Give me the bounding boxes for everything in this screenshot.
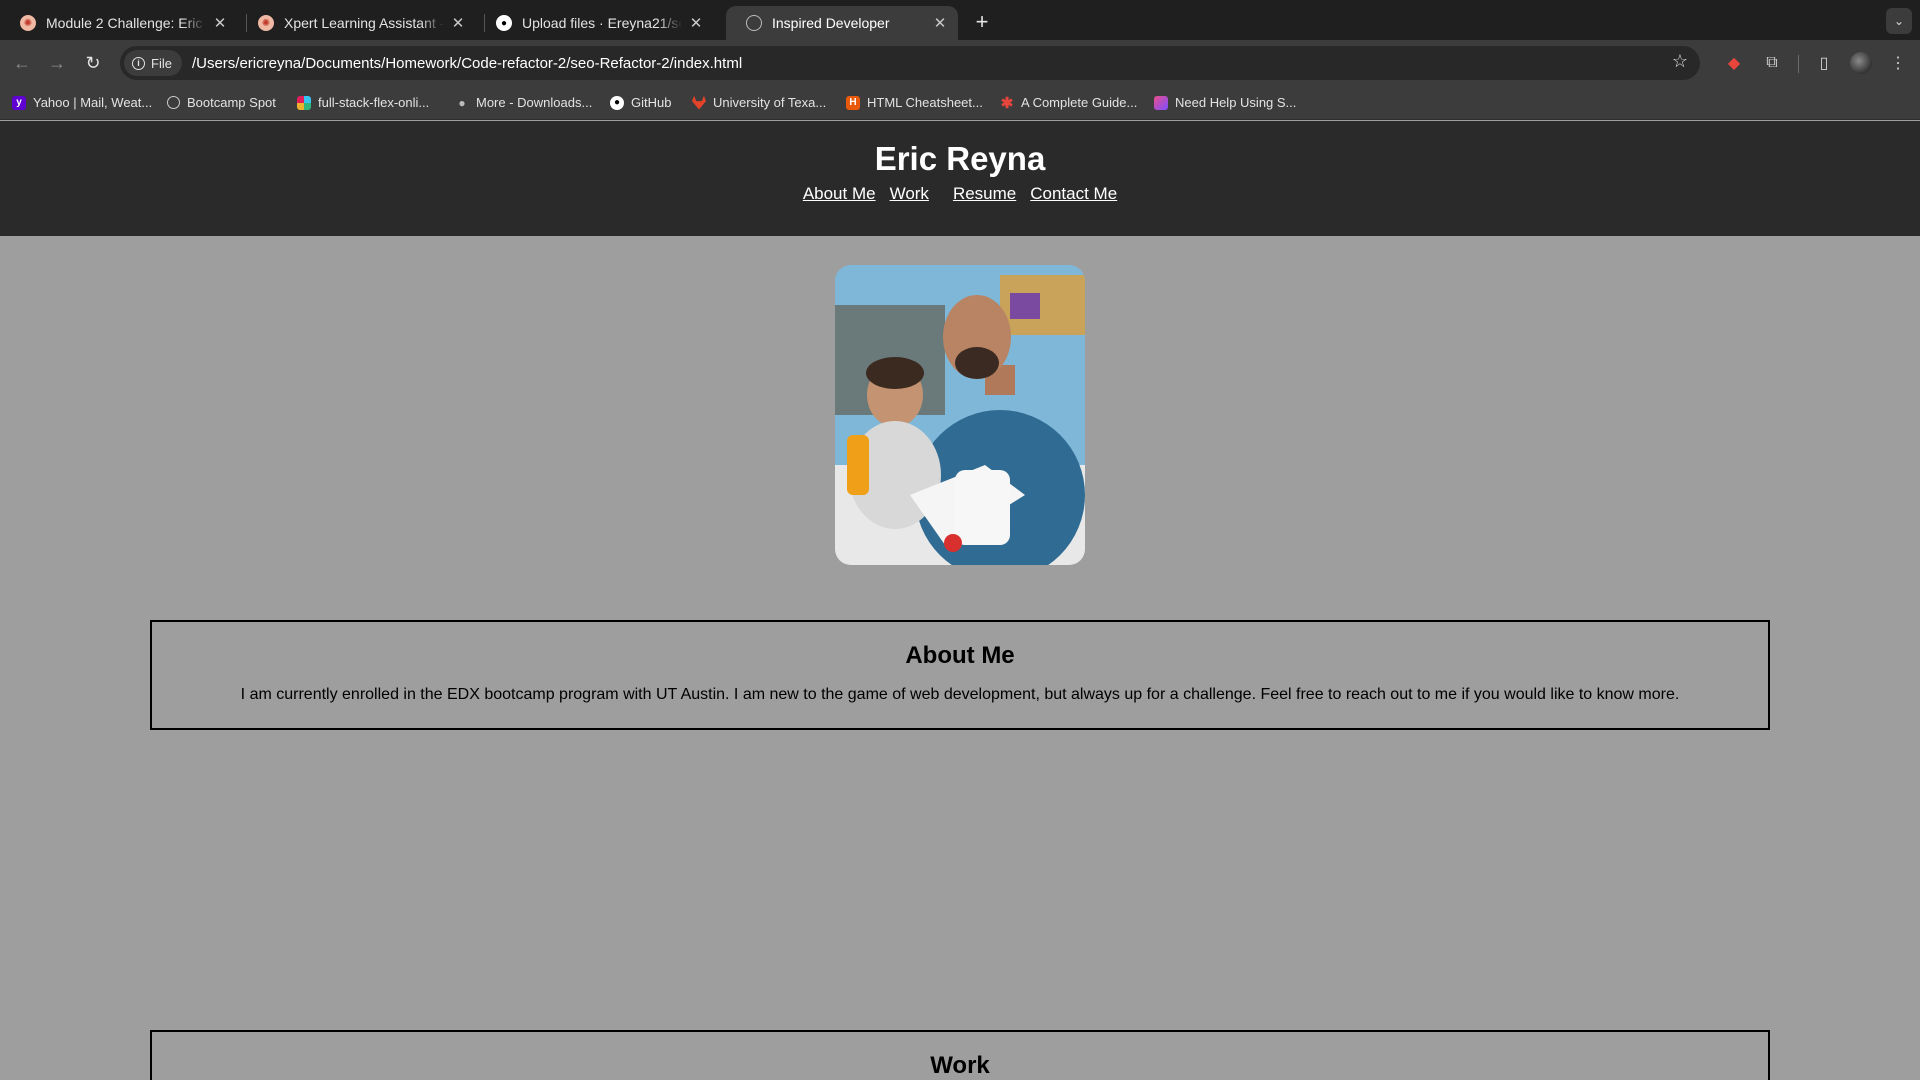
tab-upload-files[interactable]: ● Upload files · Ereyna21/seo-R ✕ (476, 6, 714, 40)
tab-inspired-developer[interactable]: Inspired Developer ✕ (726, 6, 958, 40)
bookmark-github[interactable]: ● GitHub (610, 95, 671, 110)
tab-module-2-challenge[interactable]: ✺ Module 2 Challenge: Eric Rey ✕ (0, 6, 238, 40)
nav-link-resume[interactable]: Resume (953, 184, 1016, 204)
github-icon: ● (496, 15, 512, 31)
about-me-text: I am currently enrolled in the EDX bootc… (240, 686, 1680, 703)
bookmark-complete-guide[interactable]: ✱ A Complete Guide... (1000, 94, 1138, 112)
site-title: Eric Reyna (874, 140, 1046, 177)
address-bar[interactable]: i File /Users/ericreyna/Documents/Homewo… (120, 46, 1700, 80)
bookmark-label: Yahoo | Mail, Weat... (33, 95, 153, 110)
menu-kebab-icon[interactable]: ⋮ (1886, 51, 1910, 75)
bookmark-label: A Complete Guide... (1021, 95, 1138, 110)
about-me-heading: About Me (905, 642, 1015, 669)
toolbar-divider (1798, 55, 1799, 73)
bookmark-yahoo[interactable]: y Yahoo | Mail, Weat... (12, 95, 152, 110)
new-tab-button[interactable]: + (968, 8, 996, 36)
site-header: Eric Reyna About Me Work Resume Contact … (0, 121, 1920, 236)
bookmark-label: Bootcamp Spot (187, 95, 276, 110)
work-heading: Work (930, 1052, 990, 1079)
forward-arrow-icon[interactable]: → (43, 49, 71, 77)
about-me-section: About Me I am currently enrolled in the … (150, 620, 1770, 730)
tab-title: Module 2 Challenge: Eric Rey (46, 15, 206, 31)
bookmark-star-icon[interactable]: ☆ (1672, 51, 1688, 72)
nav-link-work[interactable]: Work (890, 184, 929, 204)
bookmark-label: full-stack-flex-onli... (318, 95, 430, 110)
bookmark-need-help[interactable]: Need Help Using S... (1154, 95, 1296, 110)
info-icon: i (132, 56, 145, 70)
nav-link-about-me[interactable]: About Me (803, 184, 876, 204)
profile-photo (835, 265, 1085, 565)
url-text[interactable]: /Users/ericreyna/Documents/Homework/Code… (192, 55, 742, 72)
profile-avatar[interactable] (1850, 52, 1872, 74)
close-icon[interactable]: ✕ (932, 15, 948, 32)
tab-search-button[interactable]: ⌄ (1886, 8, 1912, 34)
close-icon[interactable]: ✕ (450, 15, 466, 32)
apple-icon: ● (458, 95, 466, 110)
help-icon (1154, 95, 1168, 110)
tab-strip: ✺ Module 2 Challenge: Eric Rey ✕ ✺ Xpert… (0, 0, 1920, 40)
nav-link-contact-me[interactable]: Contact Me (1030, 184, 1117, 204)
screen-recorder-icon[interactable]: ◆ (1722, 51, 1746, 75)
canvas-icon: ✺ (258, 15, 274, 31)
github-icon: ● (610, 95, 624, 110)
gitlab-icon (692, 95, 706, 110)
slack-icon (297, 95, 311, 110)
bookmark-label: University of Texa... (713, 95, 827, 110)
reload-icon[interactable]: ↻ (79, 49, 107, 77)
bookmark-label: Need Help Using S... (1175, 95, 1297, 110)
close-icon[interactable]: ✕ (212, 15, 228, 32)
bookmark-more-downloads[interactable]: ● More - Downloads... (455, 95, 592, 110)
browser-toolbar: ← → ↻ i File /Users/ericreyna/Documents/… (0, 40, 1920, 86)
back-arrow-icon[interactable]: ← (8, 49, 36, 77)
bookmark-html-cheatsheet[interactable]: H HTML Cheatsheet... (846, 95, 983, 110)
bookmark-label: More - Downloads... (476, 95, 593, 110)
bookmarks-bar: y Yahoo | Mail, Weat... Bootcamp Spot fu… (0, 86, 1920, 120)
bookmark-bootcamp-spot[interactable]: Bootcamp Spot (167, 95, 276, 110)
bookmark-full-stack[interactable]: full-stack-flex-onli... (297, 95, 429, 110)
asterisk-icon: ✱ (1000, 94, 1014, 112)
globe-icon (746, 15, 762, 31)
site-info-chip[interactable]: i File (124, 50, 182, 76)
bookmark-label: GitHub (631, 95, 672, 110)
tab-title: Inspired Developer (772, 15, 890, 31)
close-icon[interactable]: ✕ (688, 15, 704, 32)
bookmark-university-texas[interactable]: University of Texa... (692, 95, 826, 110)
html-icon: H (846, 95, 860, 110)
canvas-icon: ✺ (20, 15, 36, 31)
tab-xpert-learning[interactable]: ✺ Xpert Learning Assistant - NE ✕ (238, 6, 476, 40)
site-info-label: File (151, 55, 172, 71)
site-nav: About Me Work Resume Contact Me (0, 184, 1920, 204)
work-section: Work (150, 1030, 1770, 1080)
extensions-puzzle-icon[interactable]: ⧉ (1760, 51, 1784, 75)
bookmark-label: HTML Cheatsheet... (867, 95, 983, 110)
tab-title: Upload files · Ereyna21/seo-R (522, 15, 682, 31)
bootcamp-icon (167, 96, 180, 109)
yahoo-icon: y (12, 95, 26, 110)
side-panel-icon[interactable]: ▯ (1812, 51, 1836, 75)
tab-title: Xpert Learning Assistant - NE (284, 15, 444, 31)
